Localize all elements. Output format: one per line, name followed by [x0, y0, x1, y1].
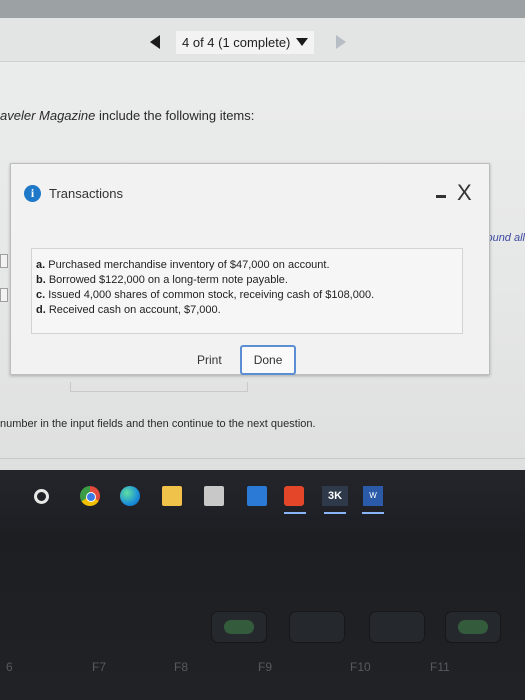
dialog-buttons: Print Done [193, 345, 297, 375]
fkey-label: F7 [92, 660, 107, 674]
top-toolbar: 4 of 4 (1 complete) [0, 0, 525, 62]
side-link-fragment[interactable]: ound all [486, 232, 525, 244]
fkey-label: 6 [6, 660, 13, 674]
transactions-list: a. Purchased merchandise inventory of $4… [31, 248, 463, 334]
key-backlight [224, 620, 254, 634]
edge-icon[interactable] [120, 486, 140, 506]
3k-app-icon[interactable]: 3K [322, 486, 348, 506]
question-counter-dropdown[interactable]: 4 of 4 (1 complete) [176, 30, 315, 54]
toolbar-top-strip [0, 0, 525, 18]
done-button[interactable]: Done [239, 345, 297, 375]
active-indicator [324, 512, 346, 514]
dialog-header: i Transactions X [11, 164, 489, 222]
fkey-label: F9 [258, 660, 273, 674]
keyboard-key [290, 612, 344, 642]
screen: 4 of 4 (1 complete) aveler Magazine incl… [0, 0, 525, 470]
close-icon[interactable]: X [457, 182, 472, 204]
office-icon[interactable] [284, 486, 304, 506]
list-item: c. Issued 4,000 shares of common stock, … [36, 289, 375, 301]
chrome-icon[interactable] [80, 486, 100, 506]
divider [0, 458, 525, 468]
previous-question-icon[interactable] [150, 35, 160, 49]
transactions-dialog: i Transactions X a. Purchased merchandis… [10, 163, 490, 375]
edge-input-box[interactable] [0, 254, 8, 268]
laptop-keyboard: 6 F7 F8 F9 F10 F11 [0, 532, 525, 700]
print-button[interactable]: Print [193, 349, 226, 371]
mail-icon[interactable] [247, 486, 267, 506]
fkey-label: F8 [174, 660, 189, 674]
instruction-text: number in the input fields and then cont… [0, 418, 316, 430]
list-item: d. Received cash on account, $7,000. [36, 304, 221, 316]
edge-input-box[interactable] [0, 288, 8, 302]
keyboard-key [446, 612, 500, 642]
list-item: a. Purchased merchandise inventory of $4… [36, 259, 330, 271]
intro-text: include the following items: [95, 108, 255, 123]
fkey-label: F11 [430, 660, 450, 674]
question-navigation: 4 of 4 (1 complete) [140, 24, 360, 60]
windows-taskbar: 3K W [0, 470, 525, 532]
word-icon[interactable]: W [363, 486, 383, 506]
active-indicator [362, 512, 384, 514]
company-name: aveler Magazine [0, 108, 96, 123]
store-icon[interactable] [204, 486, 224, 506]
search-icon[interactable] [34, 489, 49, 504]
question-counter-label: 4 of 4 (1 complete) [182, 34, 291, 50]
keyboard-key [212, 612, 266, 642]
minimize-icon[interactable] [436, 195, 446, 198]
dialog-title: Transactions [49, 186, 123, 201]
next-question-icon[interactable] [336, 35, 347, 49]
key-backlight [458, 620, 488, 634]
keyboard-key [370, 612, 424, 642]
input-field-outline[interactable] [70, 382, 248, 392]
fkey-label: F10 [350, 660, 371, 674]
active-indicator [284, 512, 306, 514]
list-item: b. Borrowed $122,000 on a long-term note… [36, 274, 288, 286]
info-icon: i [24, 185, 41, 202]
chevron-down-icon [296, 38, 309, 46]
file-explorer-icon[interactable] [162, 486, 182, 506]
question-intro: aveler Magazine include the following it… [0, 108, 254, 123]
